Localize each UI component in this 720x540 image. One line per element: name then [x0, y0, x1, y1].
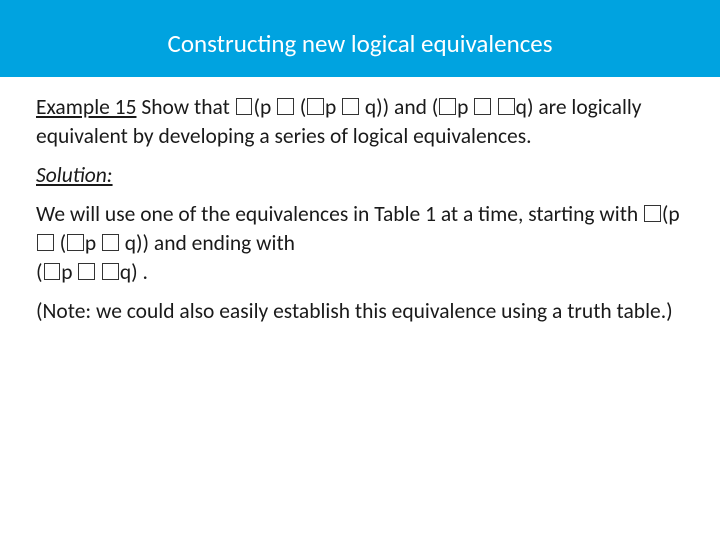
slide: Constructing new logical equivalences Ex…	[0, 0, 720, 540]
solution-text: (p	[662, 201, 680, 227]
placeholder-icon	[307, 98, 324, 115]
placeholder-icon	[498, 98, 515, 115]
solution-text: q)) and ending with	[120, 230, 295, 256]
solution-label-line: Solution:	[36, 161, 684, 190]
placeholder-icon	[102, 263, 119, 280]
placeholder-icon	[277, 98, 294, 115]
placeholder-icon	[439, 98, 456, 115]
example-label: Example 15	[36, 94, 136, 120]
placeholder-icon	[44, 263, 61, 280]
note-paragraph: (Note: we could also easily establish th…	[36, 297, 684, 326]
expr-text: (	[295, 94, 306, 120]
solution-text: q) .	[120, 259, 148, 285]
placeholder-icon	[37, 234, 54, 251]
placeholder-icon	[236, 98, 253, 115]
expr-text: p	[325, 94, 341, 120]
example-text: Show that	[136, 94, 234, 120]
placeholder-icon	[644, 205, 661, 222]
expr-text: (p	[253, 94, 276, 120]
example-paragraph: Example 15 Show that (p (p q)) and (p q)…	[36, 93, 684, 151]
solution-text	[96, 259, 101, 285]
solution-paragraph-1: We will use one of the equivalences in T…	[36, 200, 684, 287]
solution-text: We will use one of the equivalences in T…	[36, 201, 643, 227]
placeholder-icon	[474, 98, 491, 115]
solution-text: p	[85, 230, 101, 256]
solution-text: (	[36, 259, 43, 285]
placeholder-icon	[67, 234, 84, 251]
placeholder-icon	[102, 234, 119, 251]
placeholder-icon	[342, 98, 359, 115]
title-bar: Constructing new logical equivalences	[0, 0, 720, 77]
expr-text: p	[457, 94, 473, 120]
expr-text: q)) and (	[360, 94, 438, 120]
slide-content: Example 15 Show that (p (p q)) and (p q)…	[0, 77, 720, 326]
solution-text: p	[61, 259, 77, 285]
solution-text: (	[55, 230, 66, 256]
expr-text	[492, 94, 497, 120]
solution-label: Solution:	[36, 162, 113, 188]
slide-title: Constructing new logical equivalences	[20, 28, 700, 59]
placeholder-icon	[78, 263, 95, 280]
